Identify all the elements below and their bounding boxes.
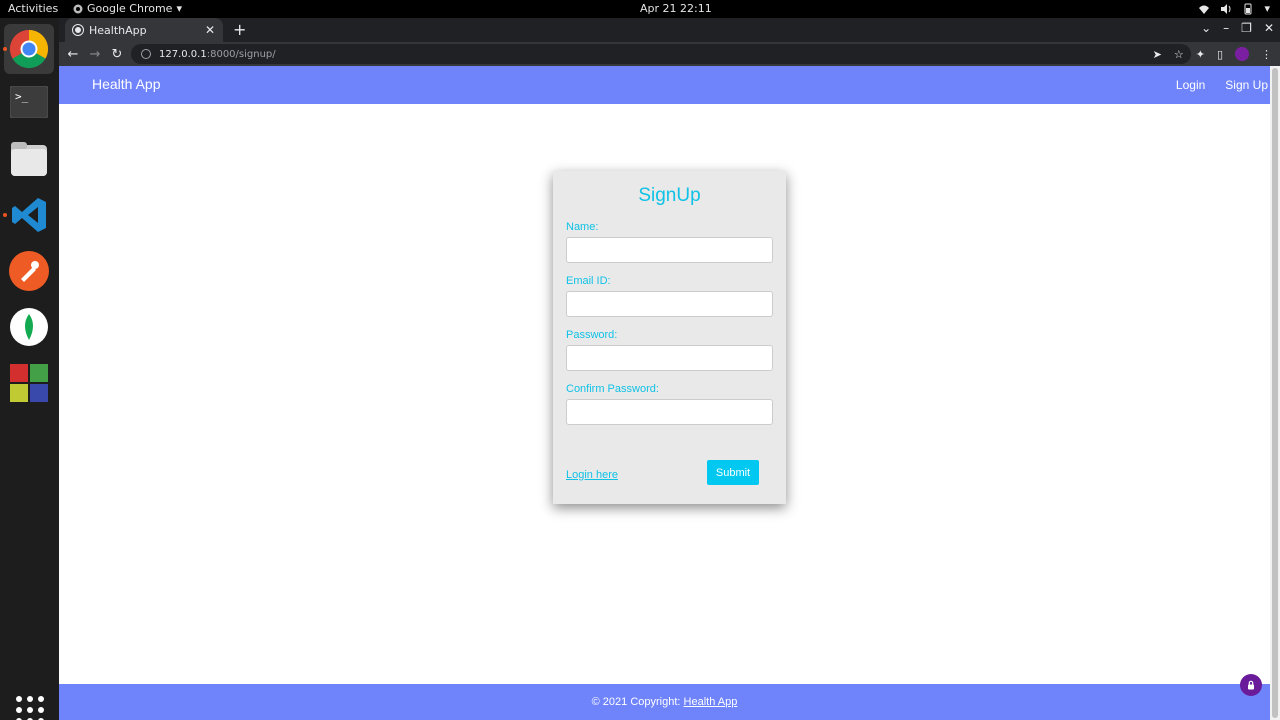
chrome-icon bbox=[9, 29, 49, 69]
toolbar-actions: ➤ ☆ ✦ ▯ ⋮ bbox=[1153, 47, 1272, 61]
password-label: Password: bbox=[566, 329, 618, 341]
browser-window: HealthApp ✕ + ⌄ – ❐ ✕ ← → ↻ 127.0.0.1 :8… bbox=[59, 18, 1280, 720]
tab-title: HealthApp bbox=[89, 23, 147, 37]
page-scrollbar[interactable] bbox=[1270, 66, 1280, 720]
show-apps-icon[interactable] bbox=[16, 696, 44, 720]
new-tab-icon[interactable]: + bbox=[233, 20, 246, 39]
email-label: Email ID: bbox=[566, 275, 611, 287]
battery-icon bbox=[1244, 3, 1252, 14]
name-label: Name: bbox=[566, 221, 599, 233]
form-actions: Login here Submit bbox=[566, 460, 759, 485]
dock-terminal[interactable]: >_ bbox=[8, 81, 50, 123]
send-icon[interactable]: ➤ bbox=[1153, 48, 1162, 61]
address-bar[interactable]: 127.0.0.1 :8000/signup/ bbox=[131, 44, 1191, 64]
form-title: SignUp bbox=[638, 185, 701, 206]
dock-vscode[interactable] bbox=[8, 194, 50, 236]
name-input[interactable] bbox=[566, 237, 773, 263]
system-tray[interactable]: ▾ bbox=[1198, 2, 1270, 15]
activities-button[interactable]: Activities bbox=[8, 2, 58, 15]
nav-login-link[interactable]: Login bbox=[1176, 78, 1205, 92]
running-indicator bbox=[3, 213, 7, 217]
dock-files[interactable] bbox=[8, 138, 50, 180]
confirm-password-field-group: Confirm Password: bbox=[566, 383, 773, 425]
confirm-password-input[interactable] bbox=[566, 399, 773, 425]
site-footer: © 2021 Copyright: Health App bbox=[59, 684, 1270, 720]
close-window-icon[interactable]: ✕ bbox=[1264, 21, 1274, 35]
password-field-group: Password: bbox=[566, 329, 773, 371]
volume-icon bbox=[1221, 3, 1231, 14]
dock-app[interactable] bbox=[8, 362, 50, 404]
menu-icon[interactable]: ⋮ bbox=[1261, 48, 1272, 61]
chevron-down-icon: ▾ bbox=[1264, 2, 1270, 15]
chevron-down-icon: ▾ bbox=[176, 2, 182, 15]
site-info-icon[interactable] bbox=[141, 49, 151, 59]
footer-link[interactable]: Health App bbox=[684, 696, 738, 708]
system-top-bar: Activities Google Chrome ▾ Apr 21 22:11 … bbox=[0, 0, 1280, 18]
browser-tab[interactable]: HealthApp ✕ bbox=[65, 18, 223, 42]
side-panel-icon[interactable]: ▯ bbox=[1217, 48, 1223, 61]
star-icon[interactable]: ☆ bbox=[1174, 48, 1184, 61]
chrome-small-icon bbox=[73, 4, 83, 13]
globe-icon bbox=[73, 25, 83, 35]
mongodb-compass-icon bbox=[10, 308, 48, 346]
minimize-icon[interactable]: – bbox=[1223, 21, 1229, 35]
svg-text:>_: >_ bbox=[15, 90, 29, 103]
window-controls: ⌄ – ❐ ✕ bbox=[1201, 21, 1274, 35]
password-input[interactable] bbox=[566, 345, 773, 371]
app-menu[interactable]: Google Chrome ▾ bbox=[73, 2, 182, 15]
site-navbar: Health App Login Sign Up bbox=[59, 66, 1270, 104]
app-icon bbox=[10, 364, 48, 402]
terminal-icon: >_ bbox=[10, 86, 48, 118]
name-field-group: Name: bbox=[566, 221, 773, 263]
page-viewport: Health App Login Sign Up SignUp Name: Em… bbox=[59, 66, 1280, 720]
close-icon[interactable]: ✕ bbox=[205, 23, 215, 37]
reload-icon[interactable]: ↻ bbox=[107, 47, 127, 62]
wifi-icon bbox=[1199, 5, 1210, 14]
vscode-icon bbox=[12, 198, 46, 232]
dock-chrome[interactable] bbox=[4, 24, 54, 74]
site-brand[interactable]: Health App bbox=[92, 76, 161, 92]
app-menu-label: Google Chrome bbox=[87, 2, 173, 15]
browser-toolbar: ← → ↻ 127.0.0.1 :8000/signup/ ➤ ☆ ✦ ▯ ⋮ bbox=[59, 42, 1280, 66]
extensions-icon[interactable]: ✦ bbox=[1196, 48, 1205, 61]
avatar[interactable] bbox=[1235, 47, 1249, 61]
email-input[interactable] bbox=[566, 291, 773, 317]
maximize-icon[interactable]: ❐ bbox=[1241, 21, 1252, 35]
nav-signup-link[interactable]: Sign Up bbox=[1225, 78, 1268, 92]
files-icon bbox=[11, 142, 47, 176]
submit-button[interactable]: Submit bbox=[707, 460, 759, 485]
lock-icon[interactable] bbox=[1240, 674, 1262, 696]
url-path: :8000/signup/ bbox=[206, 48, 276, 60]
footer-copyright: © 2021 Copyright: bbox=[591, 696, 684, 708]
scrollbar-thumb[interactable] bbox=[1272, 68, 1278, 718]
url-host: 127.0.0.1 bbox=[159, 48, 207, 60]
forward-icon[interactable]: → bbox=[85, 47, 105, 62]
running-indicator bbox=[3, 47, 7, 51]
dock-postman[interactable] bbox=[8, 250, 50, 292]
email-field-group: Email ID: bbox=[566, 275, 773, 317]
signup-card: SignUp Name: Email ID: Password: Confirm… bbox=[553, 171, 786, 504]
postman-icon bbox=[9, 251, 49, 291]
login-here-link[interactable]: Login here bbox=[566, 469, 618, 481]
back-icon[interactable]: ← bbox=[63, 47, 83, 62]
clock[interactable]: Apr 21 22:11 bbox=[640, 2, 712, 15]
tab-search-icon[interactable]: ⌄ bbox=[1201, 21, 1211, 35]
nav-links: Login Sign Up bbox=[1176, 78, 1268, 92]
dock: >_ bbox=[0, 18, 59, 720]
tab-strip: HealthApp ✕ + ⌄ – ❐ ✕ bbox=[59, 18, 1280, 42]
dock-mongodb-compass[interactable] bbox=[8, 306, 50, 348]
confirm-password-label: Confirm Password: bbox=[566, 383, 659, 395]
